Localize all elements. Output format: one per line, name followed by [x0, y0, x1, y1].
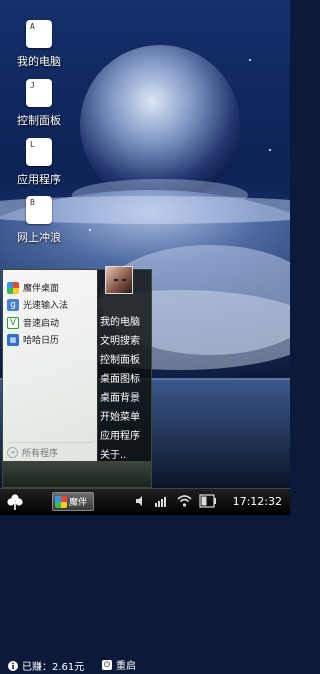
desktop-icon-label: 网上冲浪	[17, 231, 61, 244]
app-item-haha-calendar[interactable]: ▦ 哈哈日历	[7, 332, 59, 347]
yinsu-launcher-icon: V	[7, 316, 19, 329]
my-computer-icon: A	[26, 20, 52, 48]
info-icon	[8, 660, 18, 671]
desktop-icon-control-panel[interactable]: J 控制面板	[7, 79, 71, 128]
web-surf-icon: B	[26, 196, 52, 224]
signal-icon[interactable]	[155, 495, 169, 510]
user-avatar[interactable]	[105, 266, 133, 294]
menu-link-applications[interactable]: 应用程序	[100, 427, 140, 442]
earnings-status: 已赚：2.61元	[8, 658, 84, 673]
clock: 17:12:32	[232, 495, 282, 508]
moban-desktop-icon	[7, 281, 19, 294]
arrow-right-icon: ➜	[7, 447, 18, 458]
taskbar: 魔伴 17:12:32	[0, 488, 290, 515]
app-item-moban-desktop[interactable]: 魔伴桌面	[7, 280, 59, 295]
control-panel-icon: J	[26, 79, 52, 107]
clover-icon	[7, 494, 23, 510]
app-item-guangsu-input[interactable]: g 光速输入法	[7, 297, 68, 312]
desktop-icon-label: 应用程序	[17, 173, 61, 186]
desktop-icon-label: 我的电脑	[17, 55, 61, 68]
wifi-icon[interactable]	[177, 495, 192, 510]
all-programs-button[interactable]: ➜ 所有程序	[7, 442, 93, 459]
menu-link-my-computer[interactable]: 我的电脑	[100, 313, 140, 328]
moban-app-icon	[55, 495, 67, 508]
restart-button[interactable]: ⏻ 重启	[102, 657, 136, 672]
menu-link-start-menu[interactable]: 开始菜单	[100, 408, 140, 423]
power-icon: ⏻	[102, 659, 112, 670]
start-menu-footer: 已赚：2.61元 ⏻ 重启	[3, 461, 151, 673]
menu-link-search[interactable]: 文明搜索	[100, 332, 140, 347]
desktop-icon-label: 控制面板	[17, 114, 61, 127]
start-button[interactable]	[6, 493, 24, 511]
desktop-icon-my-computer[interactable]: A 我的电脑	[7, 20, 71, 69]
desktop-icon-applications[interactable]: L 应用程序	[7, 138, 71, 187]
start-menu-app-pane: 魔伴桌面 g 光速输入法 V 音速启动 ▦ 哈哈日历 ➜ 所有程序	[3, 270, 98, 461]
menu-link-desktop-icons[interactable]: 桌面图标	[100, 370, 140, 385]
menu-link-control-panel[interactable]: 控制面板	[100, 351, 140, 366]
applications-icon: L	[26, 138, 52, 166]
guangsu-input-icon: g	[7, 298, 19, 311]
menu-link-about[interactable]: 关于..	[100, 446, 126, 461]
taskbar-item-moban[interactable]: 魔伴	[52, 492, 94, 511]
volume-icon[interactable]	[135, 495, 147, 510]
calendar-icon: ▦	[7, 333, 19, 346]
desktop-icon-web-surf[interactable]: B 网上冲浪	[7, 196, 71, 245]
battery-icon[interactable]	[199, 494, 217, 511]
menu-link-desktop-background[interactable]: 桌面背景	[100, 389, 140, 404]
app-item-yinsu-launcher[interactable]: V 音速启动	[7, 315, 59, 330]
